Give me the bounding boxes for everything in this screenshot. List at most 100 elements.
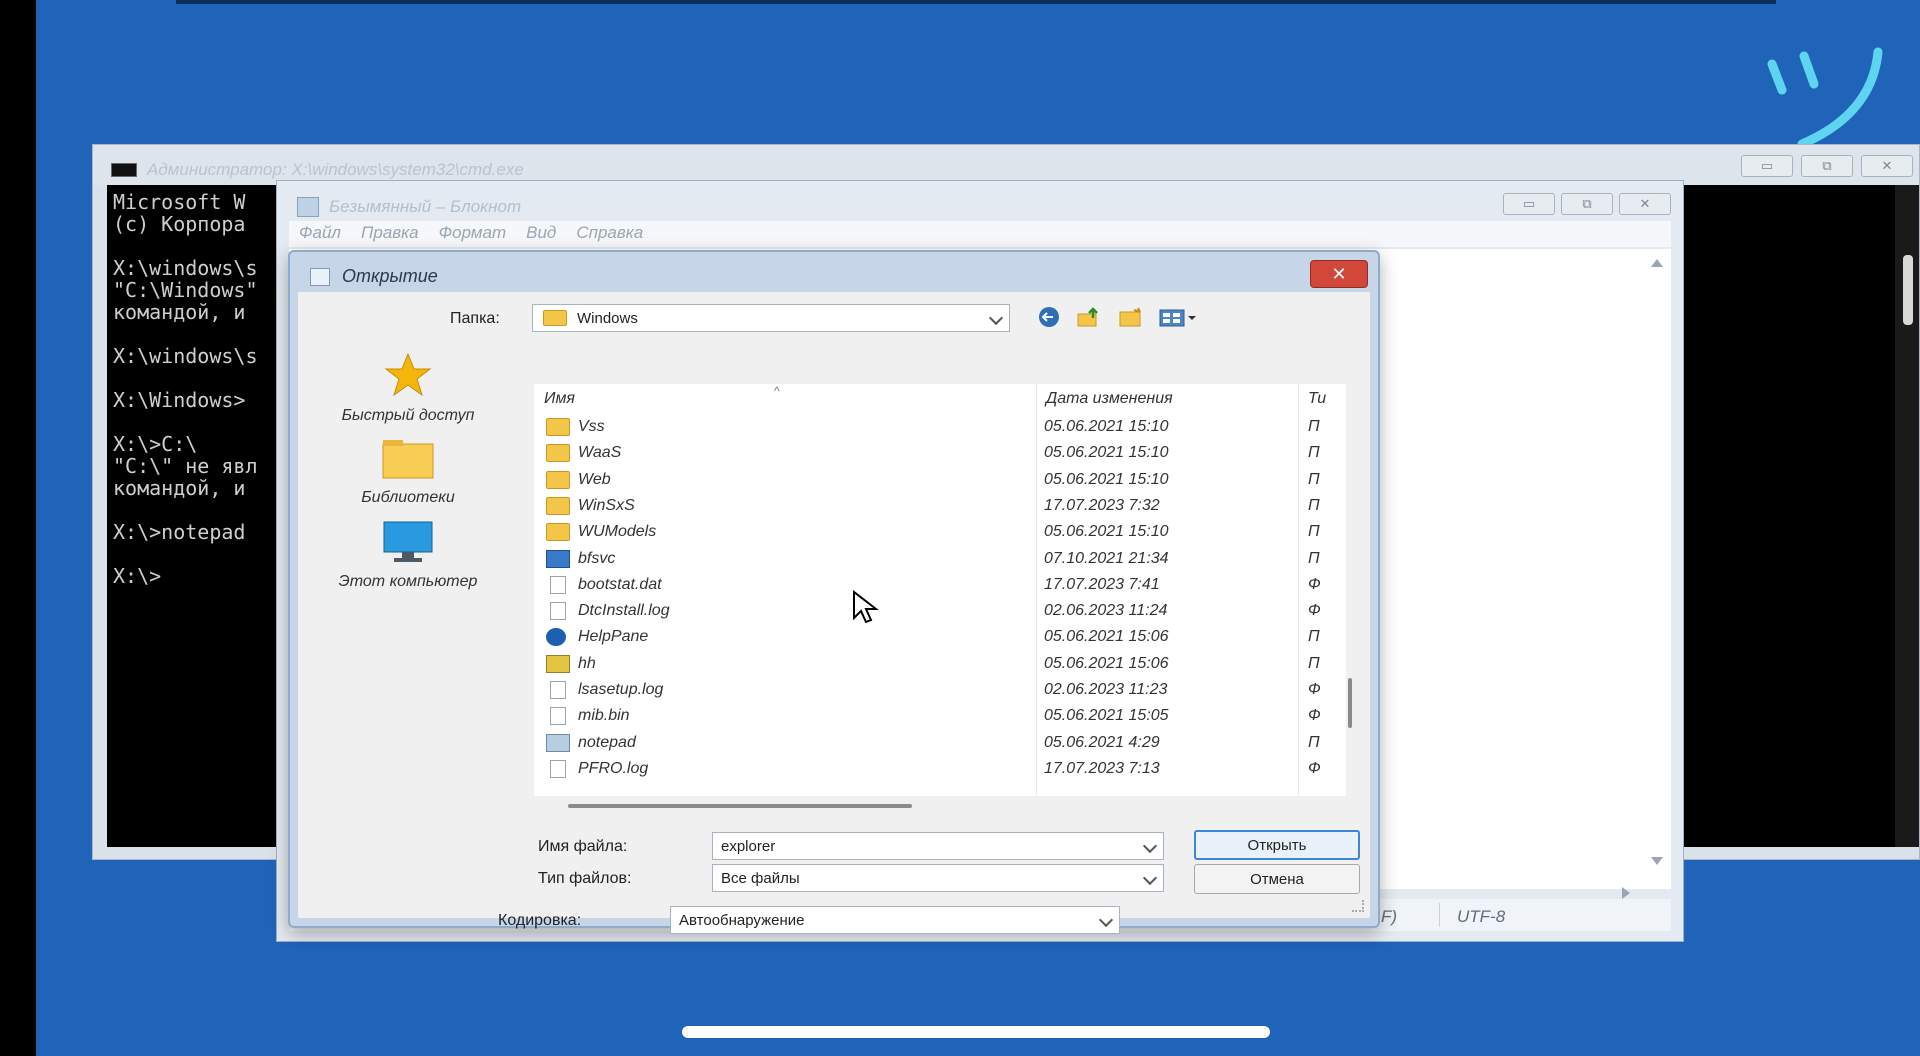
dialog-close-button[interactable]: ✕ (1310, 260, 1368, 288)
menu-format[interactable]: Формат (429, 221, 517, 247)
cmd-close-button[interactable]: ✕ (1861, 155, 1913, 177)
notepad-titlebar[interactable]: Безымянный – Блокнот ▭ ⧉ ✕ (277, 181, 1683, 217)
file-date: 17.07.2023 7:41 (1044, 575, 1160, 593)
file-row[interactable]: mib.bin 05.06.2021 15:05 Ф (534, 703, 1346, 729)
file-name: notepad (578, 733, 636, 751)
file-row[interactable]: Web 05.06.2021 15:10 П (534, 467, 1346, 493)
file-list-vertical-scroll-thumb[interactable] (1348, 678, 1352, 728)
column-header-name[interactable]: Имя (544, 390, 575, 408)
file-icon (550, 759, 566, 778)
folder-icon (546, 496, 570, 515)
file-type: П (1308, 418, 1320, 435)
encoding-select[interactable]: Автообнаружение (670, 906, 1120, 934)
up-folder-button[interactable] (1074, 304, 1104, 330)
back-button[interactable] (1034, 304, 1064, 330)
chevron-down-icon[interactable] (1142, 870, 1158, 886)
folder-icon (546, 444, 570, 463)
column-header-type[interactable]: Ти (1308, 390, 1326, 408)
file-type: П (1308, 628, 1320, 646)
column-header-date[interactable]: Дата изменения (1046, 390, 1173, 408)
file-row[interactable]: Vss 05.06.2021 15:10 П (534, 414, 1346, 440)
file-date: 05.06.2021 15:06 (1044, 628, 1169, 646)
file-row[interactable]: bfsvc 07.10.2021 21:34 П (534, 546, 1346, 572)
chevron-down-icon[interactable] (1142, 838, 1158, 854)
file-date: 05.06.2021 15:10 (1044, 418, 1169, 435)
place-libraries[interactable]: Библиотеки (318, 436, 498, 507)
file-name: Vss (578, 418, 605, 435)
resize-grip-icon[interactable] (1352, 900, 1364, 912)
open-button[interactable]: Открыть (1194, 830, 1360, 860)
new-folder-button[interactable] (1116, 304, 1146, 330)
file-type: П (1308, 444, 1320, 462)
file-date: 07.10.2021 21:34 (1044, 549, 1169, 567)
menu-view[interactable]: Вид (516, 221, 566, 247)
cmd-line: X:\windows\s (113, 256, 258, 280)
file-row[interactable]: notepad 05.06.2021 4:29 П (534, 730, 1346, 756)
cmd-line: "C:\Windows" (113, 278, 258, 302)
filename-input[interactable]: explorer (712, 832, 1164, 860)
menu-help[interactable]: Справка (566, 221, 653, 247)
view-menu-button[interactable] (1156, 304, 1200, 330)
folder-combo[interactable]: Windows (532, 304, 1010, 332)
folder-label: Папка: (450, 310, 500, 327)
cancel-button[interactable]: Отмена (1194, 864, 1360, 894)
folder-icon (382, 440, 434, 479)
cmd-minimize-button[interactable]: ▭ (1741, 155, 1793, 177)
notepad-vertical-scrollbar[interactable] (1645, 249, 1671, 875)
cmd-line: (c) Корпора (113, 212, 246, 236)
file-icon (550, 602, 566, 621)
menu-edit[interactable]: Правка (351, 221, 429, 247)
open-dialog-titlebar[interactable]: Открытие ✕ (290, 252, 1378, 288)
mouse-cursor-icon (853, 590, 879, 624)
cmd-maximize-button[interactable]: ⧉ (1801, 155, 1853, 177)
cmd-scrollbar[interactable] (1895, 185, 1919, 847)
back-arrow-icon (1039, 307, 1059, 327)
scroll-right-arrow-icon[interactable] (1622, 887, 1630, 899)
place-label: Этот компьютер (338, 573, 478, 590)
chevron-down-icon[interactable] (1098, 912, 1114, 928)
cmd-app-icon (111, 163, 137, 177)
file-date: 05.06.2021 4:29 (1044, 733, 1160, 751)
swirl-decoration-icon (1767, 47, 1883, 149)
notepad-app-icon (297, 197, 319, 217)
file-date: 02.06.2023 11:23 (1044, 681, 1168, 698)
place-quick-access[interactable]: Быстрый доступ (318, 352, 498, 425)
notepad-maximize-button[interactable]: ⧉ (1561, 193, 1613, 215)
file-row[interactable]: WinSxS 17.07.2023 7:32 П (534, 493, 1346, 519)
file-list-horizontal-scroll-thumb[interactable] (568, 804, 912, 808)
notepad-close-button[interactable]: ✕ (1619, 193, 1671, 215)
notepad-minimize-button[interactable]: ▭ (1503, 193, 1555, 215)
file-row[interactable]: WaaS 05.06.2021 15:10 П (534, 440, 1346, 466)
file-row[interactable]: lsasetup.log 02.06.2023 11:23 Ф (534, 677, 1346, 703)
filename-value: explorer (721, 838, 776, 855)
top-edge-bar (176, 0, 1776, 4)
file-row[interactable]: bootstat.dat 17.07.2023 7:41 Ф (534, 572, 1346, 598)
star-icon (384, 352, 432, 397)
scroll-down-arrow-icon[interactable] (1651, 857, 1663, 865)
file-row[interactable]: WUModels 05.06.2021 15:10 П (534, 519, 1346, 545)
filename-label: Имя файла: (538, 838, 628, 855)
file-name: WinSxS (578, 496, 635, 514)
file-row[interactable]: PFRO.log 17.07.2023 7:13 Ф (534, 756, 1346, 782)
help-icon (546, 628, 566, 647)
file-date: 17.07.2023 7:13 (1044, 759, 1160, 777)
chevron-down-icon[interactable] (988, 310, 1004, 326)
cmd-titlebar[interactable]: Администратор: X:\windows\system32\cmd.e… (93, 145, 1919, 185)
cmd-line: X:\Windows> (113, 388, 246, 412)
cmd-scroll-thumb[interactable] (1903, 255, 1913, 325)
file-row[interactable]: HelpPane 05.06.2021 15:06 П (534, 624, 1346, 650)
place-this-pc[interactable]: Этот компьютер (318, 520, 498, 591)
file-list[interactable]: Имя ^ Дата изменения Ти Vss 05.06.2021 15… (534, 384, 1346, 796)
dialog-title: Открытие (342, 266, 438, 286)
filetype-select[interactable]: Все файлы (712, 864, 1164, 892)
file-type: П (1308, 470, 1320, 488)
cmd-line: X:\>C:\ (113, 432, 198, 456)
menu-file[interactable]: Файл (289, 221, 351, 247)
place-label: Быстрый доступ (341, 407, 475, 424)
file-row[interactable]: hh 05.06.2021 15:06 П (534, 651, 1346, 677)
file-date: 05.06.2021 15:10 (1044, 444, 1169, 462)
open-dialog[interactable]: Открытие ✕ Папка: Windows Быстрый доступ (288, 250, 1380, 934)
file-row[interactable]: DtcInstall.log 02.06.2023 11:24 Ф (534, 598, 1346, 624)
cmd-line: Microsoft W (113, 190, 246, 214)
scroll-up-arrow-icon[interactable] (1651, 259, 1663, 267)
